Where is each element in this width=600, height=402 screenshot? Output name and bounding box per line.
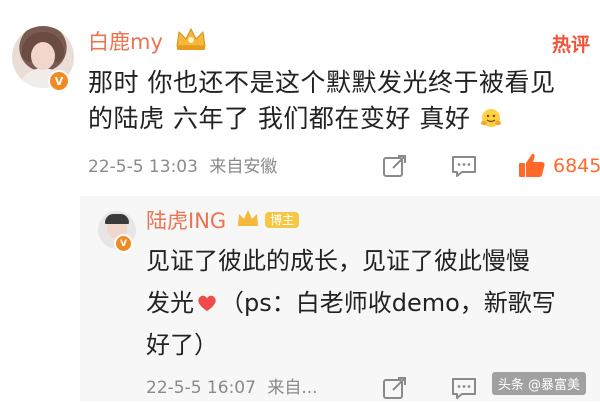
bozhu-badge: 博主 (236, 208, 300, 230)
like-icon[interactable] (517, 150, 547, 180)
reply-username[interactable]: 陆虎ING (146, 209, 226, 233)
hot-comment-badge: 热评 (551, 34, 590, 56)
crown-icon (176, 27, 206, 50)
reply-text-line3: 好了） (146, 331, 218, 359)
reply-timestamp: 22-5-5 16:07 (146, 378, 256, 398)
reply-text-line2: 发光 （ps：白老师收demo，新歌写 (146, 282, 556, 324)
reply-comment-icon[interactable] (450, 374, 478, 402)
comment-meta: 22-5-5 13:03 来自安徽 (88, 157, 277, 177)
reply-text-line1: 见证了彼此的成长，见证了彼此慢慢 (146, 247, 530, 275)
bozhu-label: 博主 (265, 211, 300, 228)
watermark: 头条 @暴富美 (491, 372, 586, 395)
like-count: 6845 (553, 155, 600, 177)
bozhu-crown-icon (238, 210, 258, 226)
heart-icon (198, 295, 216, 312)
reply-meta: 22-5-5 16:07 来自... (146, 378, 318, 398)
reply-text-line2-end: （ps：白老师收demo，新歌写 (220, 289, 556, 317)
reply-share-icon[interactable] (381, 374, 409, 402)
verified-badge-icon: V (48, 70, 70, 92)
hug-emoji-icon (479, 103, 503, 127)
share-icon[interactable] (381, 152, 409, 180)
username[interactable]: 白鹿my (88, 30, 163, 54)
reply-source: 来自... (267, 378, 318, 398)
comment-text-line2-content: 的陆虎 六年了 我们都在变好 真好 (88, 104, 471, 133)
comment-text-line1: 那时 你也还不是这个默默发光终于被看见 (88, 68, 556, 97)
reply-text-line2-start: 发光 (146, 289, 194, 317)
comment-text-line2: 的陆虎 六年了 我们都在变好 真好 (88, 100, 503, 138)
reply-verified-badge-icon: V (114, 234, 133, 253)
source: 来自安徽 (209, 157, 278, 177)
comment-icon[interactable] (450, 152, 478, 180)
timestamp: 22-5-5 13:03 (88, 157, 198, 177)
